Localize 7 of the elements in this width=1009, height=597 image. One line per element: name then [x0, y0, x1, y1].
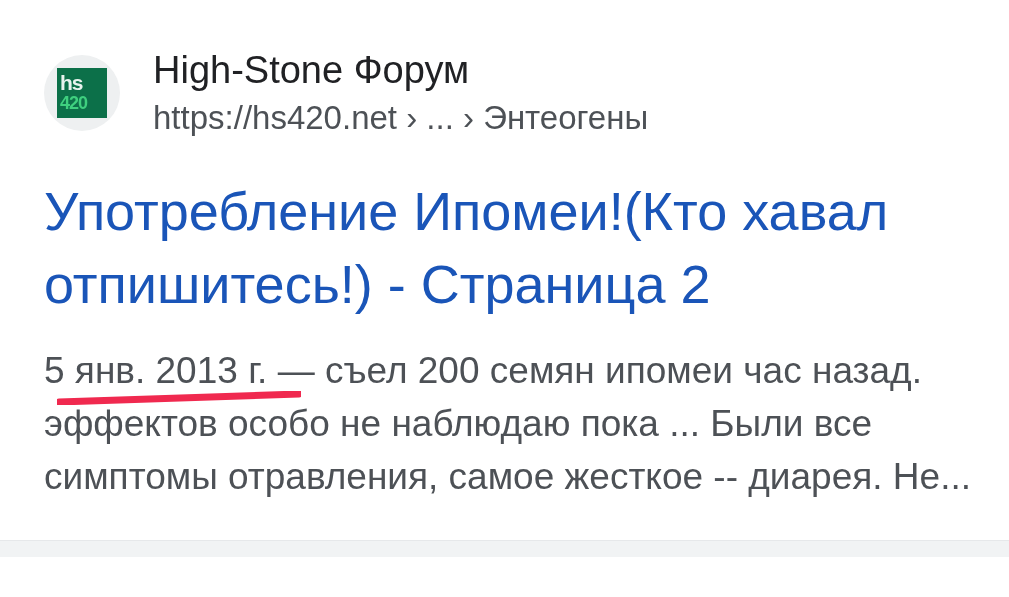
site-name: High-Stone Форум	[153, 48, 471, 93]
site-logo: hs 420	[44, 55, 120, 131]
result-title-link[interactable]: Употребление Ипомеи!(Кто хавал отпишитесь!) - Страница 2	[44, 175, 989, 321]
breadcrumb-url: https://hs420.net › ... › Энтеогены	[153, 98, 649, 138]
snippet-line: симптомы отравления, самое жесткое -- диарея. Не...	[44, 457, 972, 497]
snippet-line: эффектов особо не наблюдаю пока ... Были все	[44, 404, 873, 444]
snippet-line: 5 янв. 2013 г. — съел 200 семян ипомеи час назад.	[44, 351, 923, 391]
